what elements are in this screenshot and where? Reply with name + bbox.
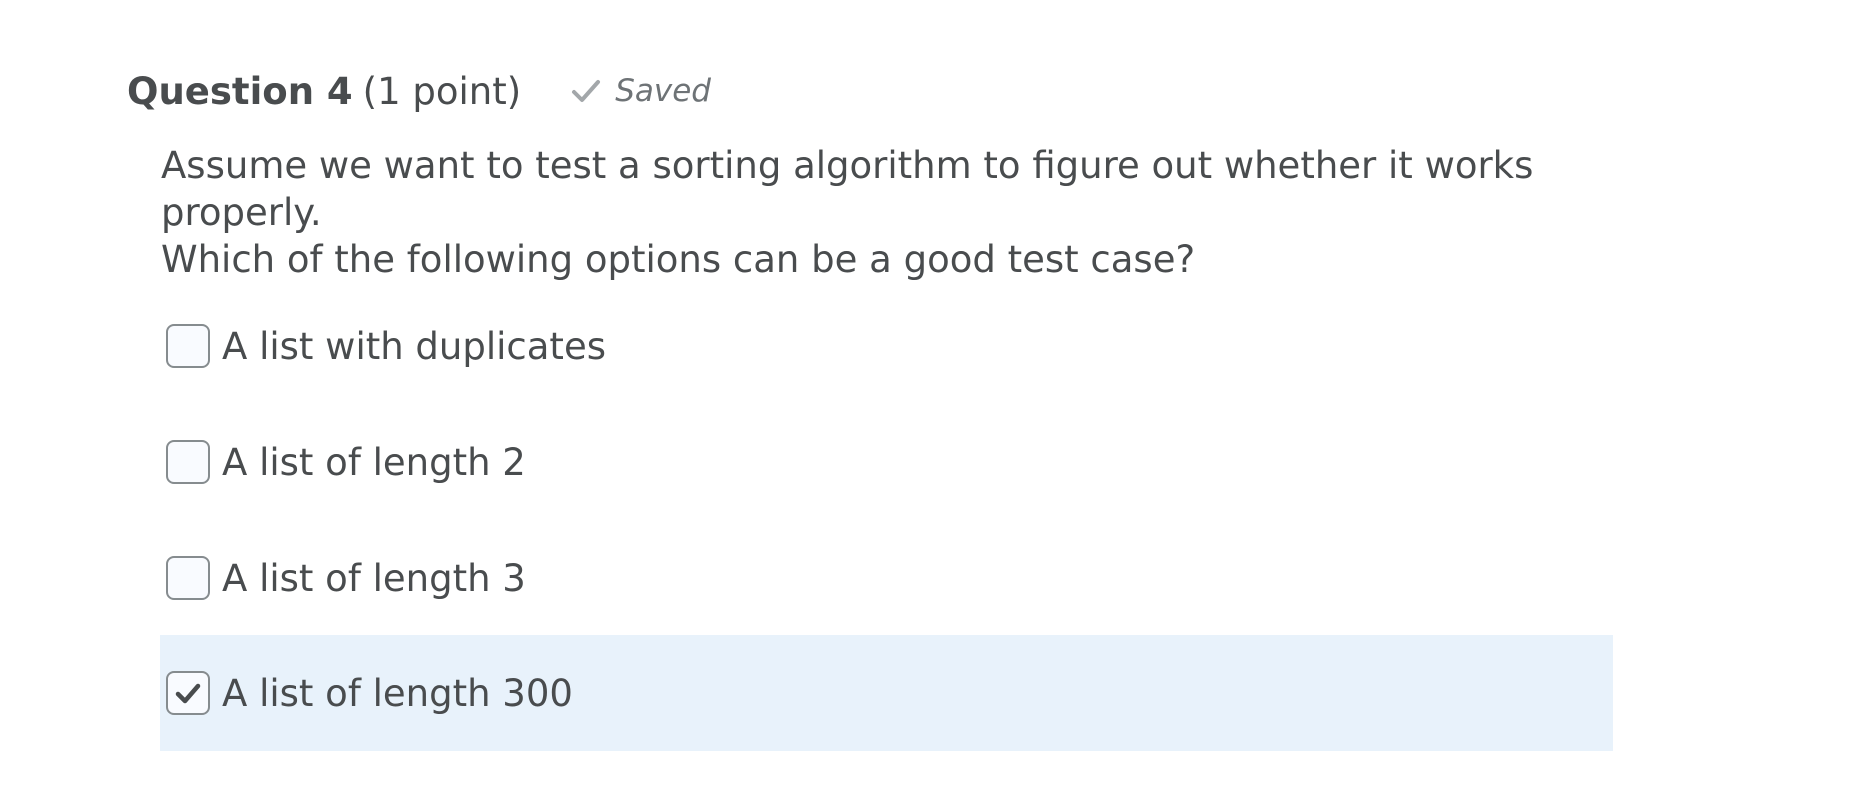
saved-status: Saved: [569, 73, 711, 109]
saved-label: Saved: [615, 73, 711, 109]
option-label[interactable]: A list of length 2: [222, 441, 526, 484]
checkbox[interactable]: [166, 671, 210, 715]
checkbox[interactable]: [166, 556, 210, 600]
checkbox[interactable]: [166, 324, 210, 368]
checkbox[interactable]: [166, 440, 210, 484]
prompt-line-1: Assume we want to test a sorting algorit…: [161, 144, 1534, 234]
option-1[interactable]: A list of length 2: [160, 404, 1613, 520]
check-icon: [569, 74, 603, 108]
prompt-line-2: Which of the following options can be a …: [161, 238, 1196, 281]
quiz-question: Question 4 (1 point) Saved Assume we wan…: [0, 0, 1870, 808]
question-header: Question 4 (1 point) Saved: [127, 66, 711, 116]
checkmark-icon: [175, 683, 201, 704]
option-label[interactable]: A list with duplicates: [222, 325, 606, 368]
question-prompt: Assume we want to test a sorting algorit…: [161, 142, 1661, 283]
option-label[interactable]: A list of length 300: [222, 672, 573, 715]
option-label[interactable]: A list of length 3: [222, 557, 526, 600]
option-3[interactable]: A list of length 300: [160, 635, 1613, 751]
option-0[interactable]: A list with duplicates: [160, 288, 1613, 404]
option-2[interactable]: A list of length 3: [160, 520, 1613, 636]
question-points: (1 point): [362, 69, 522, 113]
question-title: Question 4: [127, 69, 353, 113]
